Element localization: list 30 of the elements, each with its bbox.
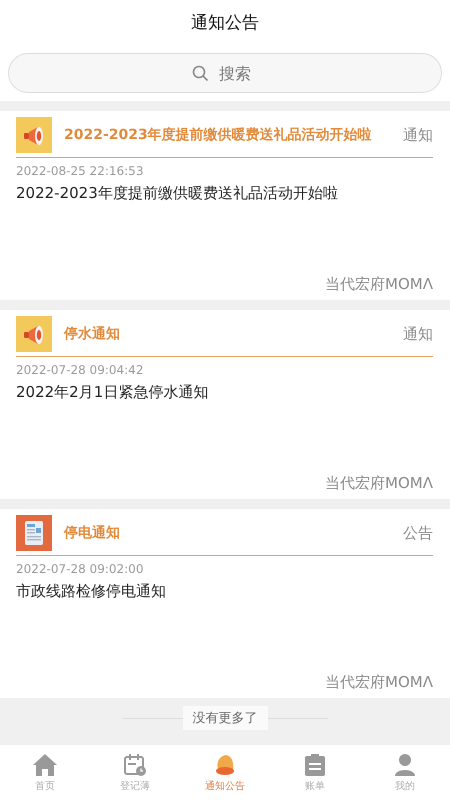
end-of-list-text: 没有更多了 — [182, 706, 268, 730]
notice-category: 通知 — [403, 126, 433, 144]
notice-card[interactable]: 停水通知 通知 2022-07-28 09:04:42 2022年2月1日紧急停水通知 当代宏府MOMΛ — [0, 310, 450, 499]
notice-text: 2022年2月1日紧急停水通知 — [16, 383, 210, 402]
notice-title: 2022-2023年度提前缴供暖费送礼品活动开始啦 — [64, 126, 373, 144]
search-field[interactable]: 搜索 — [8, 53, 442, 93]
bell-icon — [213, 752, 237, 776]
notice-time: 2022-07-28 09:02:00 — [16, 562, 144, 576]
notice-card[interactable]: 停电通知 公告 2022-07-28 09:02:00 市政线路检修停电通知 当代宏府MOMΛ — [0, 509, 450, 698]
notice-card[interactable]: 2022-2023年度提前缴供暖费送礼品活动开始啦 通知 2022-08-25 22:16:53 2022-2023年度提前缴供暖费送礼品活动开始啦 当代宏府MOMΛ — [0, 111, 450, 300]
notice-text: 2022-2023年度提前缴供暖费送礼品活动开始啦 — [16, 184, 339, 203]
notice-category: 公告 — [403, 524, 433, 542]
megaphone-icon — [16, 316, 52, 352]
notice-source: 当代宏府MOMΛ — [325, 275, 433, 295]
page-title: 通知公告 — [191, 12, 259, 34]
notice-time: 2022-07-28 09:04:42 — [16, 363, 144, 377]
megaphone-icon — [16, 117, 52, 153]
notice-category: 通知 — [403, 324, 433, 344]
clipboard-icon — [304, 752, 326, 776]
calendar-clock-icon — [123, 752, 147, 776]
search-icon — [192, 65, 209, 82]
notice-time: 2022-08-25 22:16:53 — [16, 164, 144, 178]
user-icon — [394, 752, 416, 776]
newspaper-icon — [16, 515, 52, 551]
notice-text: 市政线路检修停电通知 — [16, 582, 167, 601]
notice-source: 当代宏府MOMΛ — [325, 673, 433, 693]
home-icon — [32, 752, 58, 776]
notice-source: 当代宏府MOMΛ — [325, 474, 433, 494]
notice-title: 停电通知 — [64, 524, 121, 542]
notice-title: 停水通知 — [64, 325, 121, 343]
